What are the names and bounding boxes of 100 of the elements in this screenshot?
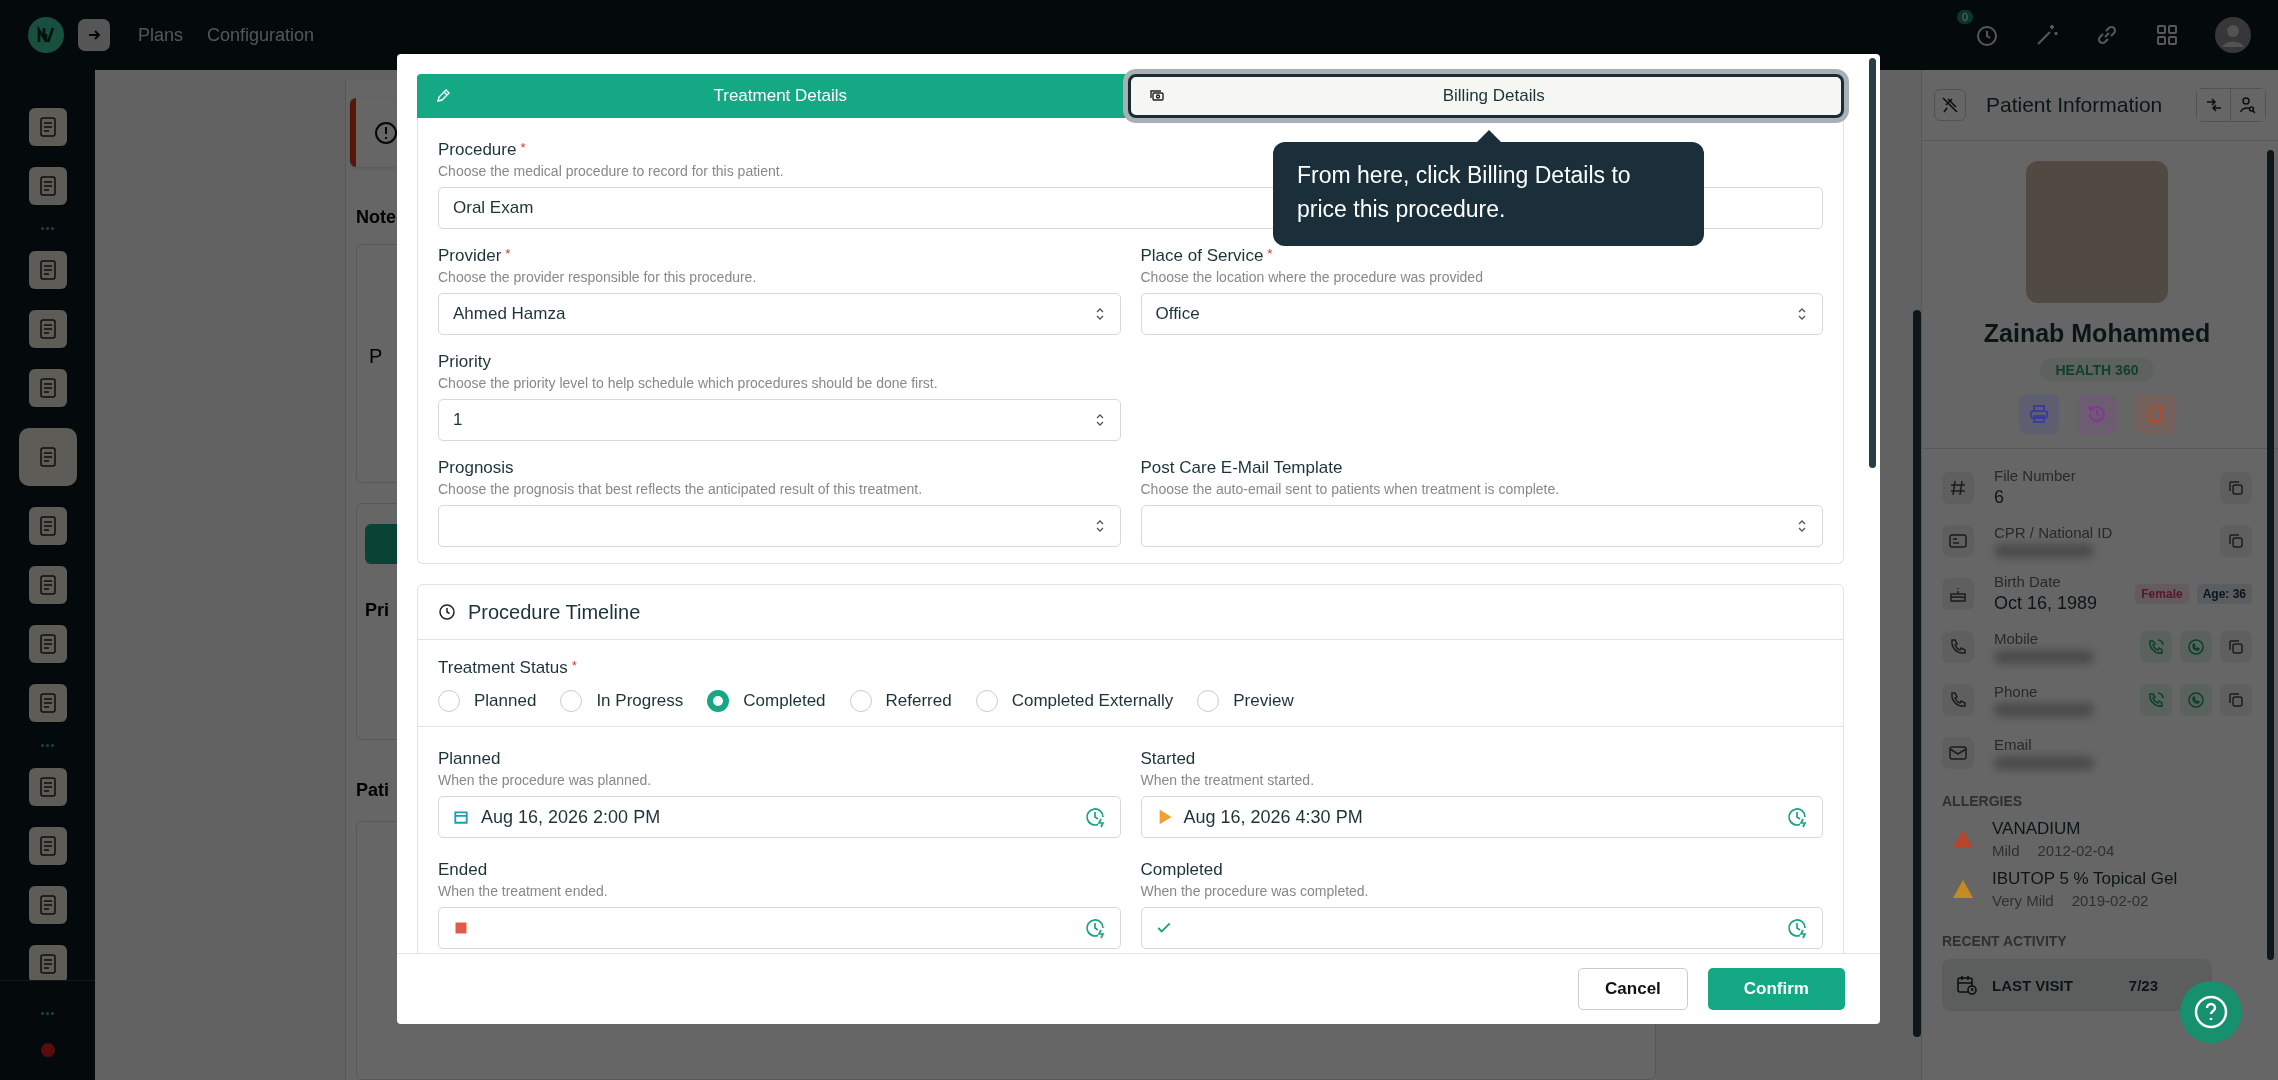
- field-label: Ended: [438, 860, 488, 880]
- select-field[interactable]: 1: [438, 399, 1121, 441]
- select-field[interactable]: Ahmed Hamza: [438, 293, 1121, 335]
- required-mark: *: [571, 658, 577, 673]
- copy-button[interactable]: [2220, 524, 2252, 557]
- hash-icon: [1942, 471, 1974, 504]
- radio-option[interactable]: Referred: [849, 690, 952, 712]
- chat-button[interactable]: [2180, 683, 2212, 716]
- scrollbar[interactable]: [1869, 58, 1876, 468]
- phone-icon: [1942, 630, 1974, 663]
- field-hint: When the treatment started.: [1140, 772, 1315, 788]
- info-label: Birth Date: [1994, 573, 2061, 590]
- info-label: File Number: [1994, 467, 2076, 484]
- radio-option[interactable]: In Progress: [560, 690, 684, 712]
- copy-button[interactable]: [2220, 683, 2252, 716]
- phone-call-icon: [2147, 690, 2165, 709]
- expand-button[interactable]: [78, 19, 110, 51]
- field-hint: Choose the auto-email sent to patients when treatment is complete.: [1140, 481, 1560, 497]
- field-hint: Choose the prognosis that best reflects the anticipated result of this treatment.: [438, 481, 923, 497]
- card-text: P: [369, 345, 383, 368]
- sidebar-item[interactable]: [28, 625, 67, 663]
- sidebar-item[interactable]: [28, 768, 67, 806]
- field-hint: Choose the priority level to help schedule which procedures should be done first.: [438, 375, 938, 391]
- unpin-button[interactable]: [1934, 89, 1966, 121]
- date-field[interactable]: Aug 16, 2026 2:00 PM: [438, 796, 1121, 838]
- required-mark: *: [1267, 246, 1273, 261]
- sidebar-item[interactable]: [28, 310, 67, 348]
- radio-option[interactable]: Completed Externally: [975, 690, 1174, 712]
- select-field[interactable]: [1140, 505, 1823, 547]
- section-label: Pati: [356, 780, 389, 802]
- calendar-clock-icon: [1956, 974, 1978, 996]
- copy-icon: [2227, 637, 2245, 656]
- user-search-icon: [2238, 95, 2258, 115]
- scrollbar[interactable]: [2267, 150, 2274, 960]
- call-button[interactable]: [2140, 683, 2172, 716]
- field-label: Treatment Status: [438, 658, 568, 678]
- field-label: Post Care E-Mail Template: [1140, 458, 1343, 478]
- phone-call-icon: [2147, 637, 2165, 656]
- info-value: Oct 16, 1989: [1994, 593, 2098, 614]
- clock-now-icon[interactable]: [1083, 917, 1106, 939]
- info-label: Mobile: [1994, 629, 2039, 647]
- chat-button[interactable]: [2180, 630, 2212, 663]
- print-button[interactable]: [2019, 394, 2059, 434]
- radio-option[interactable]: Planned: [438, 690, 537, 712]
- alert-icon: [373, 119, 399, 146]
- sidebar-item[interactable]: [28, 945, 67, 980]
- logo-icon[interactable]: [28, 17, 64, 53]
- sidebar-item[interactable]: [28, 886, 67, 924]
- sidebar-item[interactable]: [28, 108, 67, 146]
- switch-patient-button[interactable]: [2197, 89, 2231, 121]
- patient-name: Zainab Mohammed: [1983, 319, 2211, 348]
- avatar-icon[interactable]: [2214, 16, 2252, 54]
- date-field[interactable]: [1140, 907, 1823, 949]
- cancel-button[interactable]: Cancel: [1578, 968, 1688, 1011]
- tooltip-arrow-icon: [1476, 130, 1501, 142]
- required-mark: *: [505, 246, 511, 261]
- tooltip: From here, click Billing Details to price this procedure.: [1273, 142, 1704, 246]
- sidebar-item[interactable]: [28, 566, 67, 604]
- column-header: Pri: [365, 599, 389, 621]
- field-hint: Choose the medical procedure to record for this patient.: [438, 163, 784, 179]
- sidebar-item[interactable]: [28, 369, 67, 407]
- field-label: Provider: [438, 246, 502, 266]
- field-label: Priority: [438, 352, 491, 372]
- id-card-icon: [1942, 524, 1974, 557]
- date-field[interactable]: Aug 16, 2026 4:30 PM: [1140, 796, 1823, 838]
- clock-now-icon[interactable]: [1786, 917, 1808, 939]
- copy-button[interactable]: [2220, 630, 2252, 663]
- age-tag: Age: 36: [2196, 583, 2252, 604]
- apps-grid-icon[interactable]: [2154, 22, 2180, 48]
- select-field[interactable]: Office: [1140, 293, 1823, 335]
- clock-now-icon[interactable]: [1786, 806, 1808, 828]
- sidebar-item[interactable]: [28, 507, 67, 545]
- copy-button[interactable]: [2220, 471, 2252, 504]
- gender-tag: Female: [2135, 583, 2189, 604]
- copy-icon: [2227, 690, 2245, 709]
- radio-option[interactable]: Preview: [1197, 690, 1294, 712]
- cake-icon: [1942, 577, 1974, 610]
- copy-icon: [2227, 478, 2245, 497]
- call-button[interactable]: [2140, 630, 2172, 663]
- activity-label: LAST VISIT: [1992, 976, 2074, 994]
- chevron-icon: [1796, 518, 1808, 534]
- mail-icon: [1942, 736, 1974, 769]
- clock-now-icon[interactable]: [1083, 806, 1106, 828]
- radio-option[interactable]: Completed: [707, 690, 826, 712]
- field-label: Completed: [1140, 860, 1223, 880]
- field-label: Prognosis: [438, 458, 514, 478]
- sidebar-item[interactable]: [28, 167, 67, 205]
- info-label: Phone: [1994, 682, 2038, 700]
- scrollbar[interactable]: [1913, 310, 1921, 1037]
- date-field[interactable]: [438, 907, 1121, 949]
- field-label: Started: [1140, 749, 1196, 769]
- field-hint: Choose the location where the procedure was provided: [1140, 269, 1483, 285]
- sidebar-item[interactable]: [28, 251, 67, 289]
- sidebar-item[interactable]: [18, 428, 77, 486]
- notification-badge: 0: [1956, 10, 1973, 24]
- info-value: 6: [1994, 487, 2004, 508]
- sidebar-item[interactable]: [28, 684, 67, 722]
- info-label: CPR / National ID: [1994, 523, 2113, 541]
- sidebar-item[interactable]: [28, 827, 67, 865]
- select-field[interactable]: [438, 505, 1121, 547]
